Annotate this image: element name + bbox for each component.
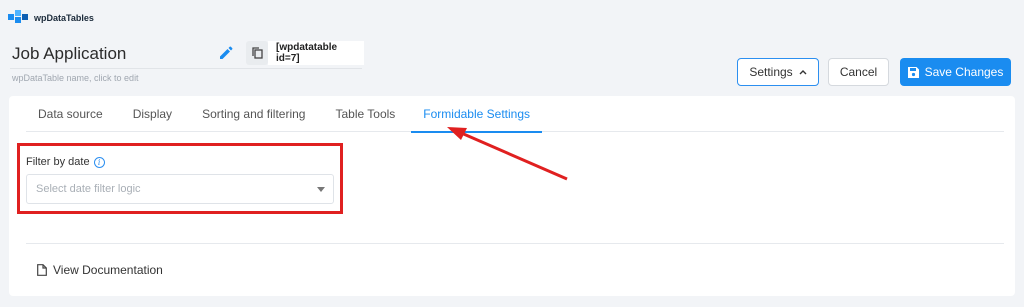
document-icon	[37, 264, 47, 276]
select-placeholder: Select date filter logic	[36, 183, 141, 195]
cancel-button-label: Cancel	[839, 65, 878, 79]
filter-by-date-label: Filter by date i	[26, 156, 105, 168]
tab-display[interactable]: Display	[131, 96, 174, 132]
shortcode-text[interactable]: [wpdatatable id=7]	[268, 41, 364, 65]
tab-data-source[interactable]: Data source	[36, 96, 105, 132]
wpdatatables-logo-icon	[8, 10, 28, 23]
app-name: wpDataTables	[34, 13, 94, 23]
chevron-up-icon	[799, 70, 807, 75]
table-title-row: Job Application [wpdatatable id=7]	[12, 41, 364, 66]
view-documentation-label: View Documentation	[53, 263, 163, 277]
settings-button-label: Settings	[749, 65, 793, 79]
copy-icon	[251, 47, 263, 59]
view-documentation-link[interactable]: View Documentation	[37, 263, 163, 277]
cancel-button[interactable]: Cancel	[828, 58, 889, 86]
info-icon[interactable]: i	[93, 156, 105, 168]
date-filter-logic-select[interactable]: Select date filter logic	[26, 174, 334, 204]
panel-divider	[26, 243, 1004, 244]
chevron-down-icon	[317, 187, 325, 192]
save-changes-button[interactable]: Save Changes	[900, 58, 1011, 86]
title-underline	[10, 68, 362, 69]
settings-panel: Data source Display Sorting and filterin…	[9, 96, 1015, 296]
pencil-icon[interactable]	[218, 45, 234, 61]
tab-table-tools[interactable]: Table Tools	[333, 96, 397, 132]
app-logo: wpDataTables	[8, 10, 94, 26]
save-changes-label: Save Changes	[924, 65, 1004, 79]
tab-sorting-and-filtering[interactable]: Sorting and filtering	[200, 96, 307, 132]
settings-button[interactable]: Settings	[737, 58, 819, 86]
title-hint: wpDataTable name, click to edit	[12, 73, 139, 83]
annotation-arrow-icon	[447, 127, 568, 181]
copy-shortcode-button[interactable]	[246, 41, 268, 65]
filter-label-text: Filter by date	[26, 156, 90, 168]
table-name[interactable]: Job Application	[12, 44, 126, 64]
floppy-disk-icon	[907, 66, 919, 78]
